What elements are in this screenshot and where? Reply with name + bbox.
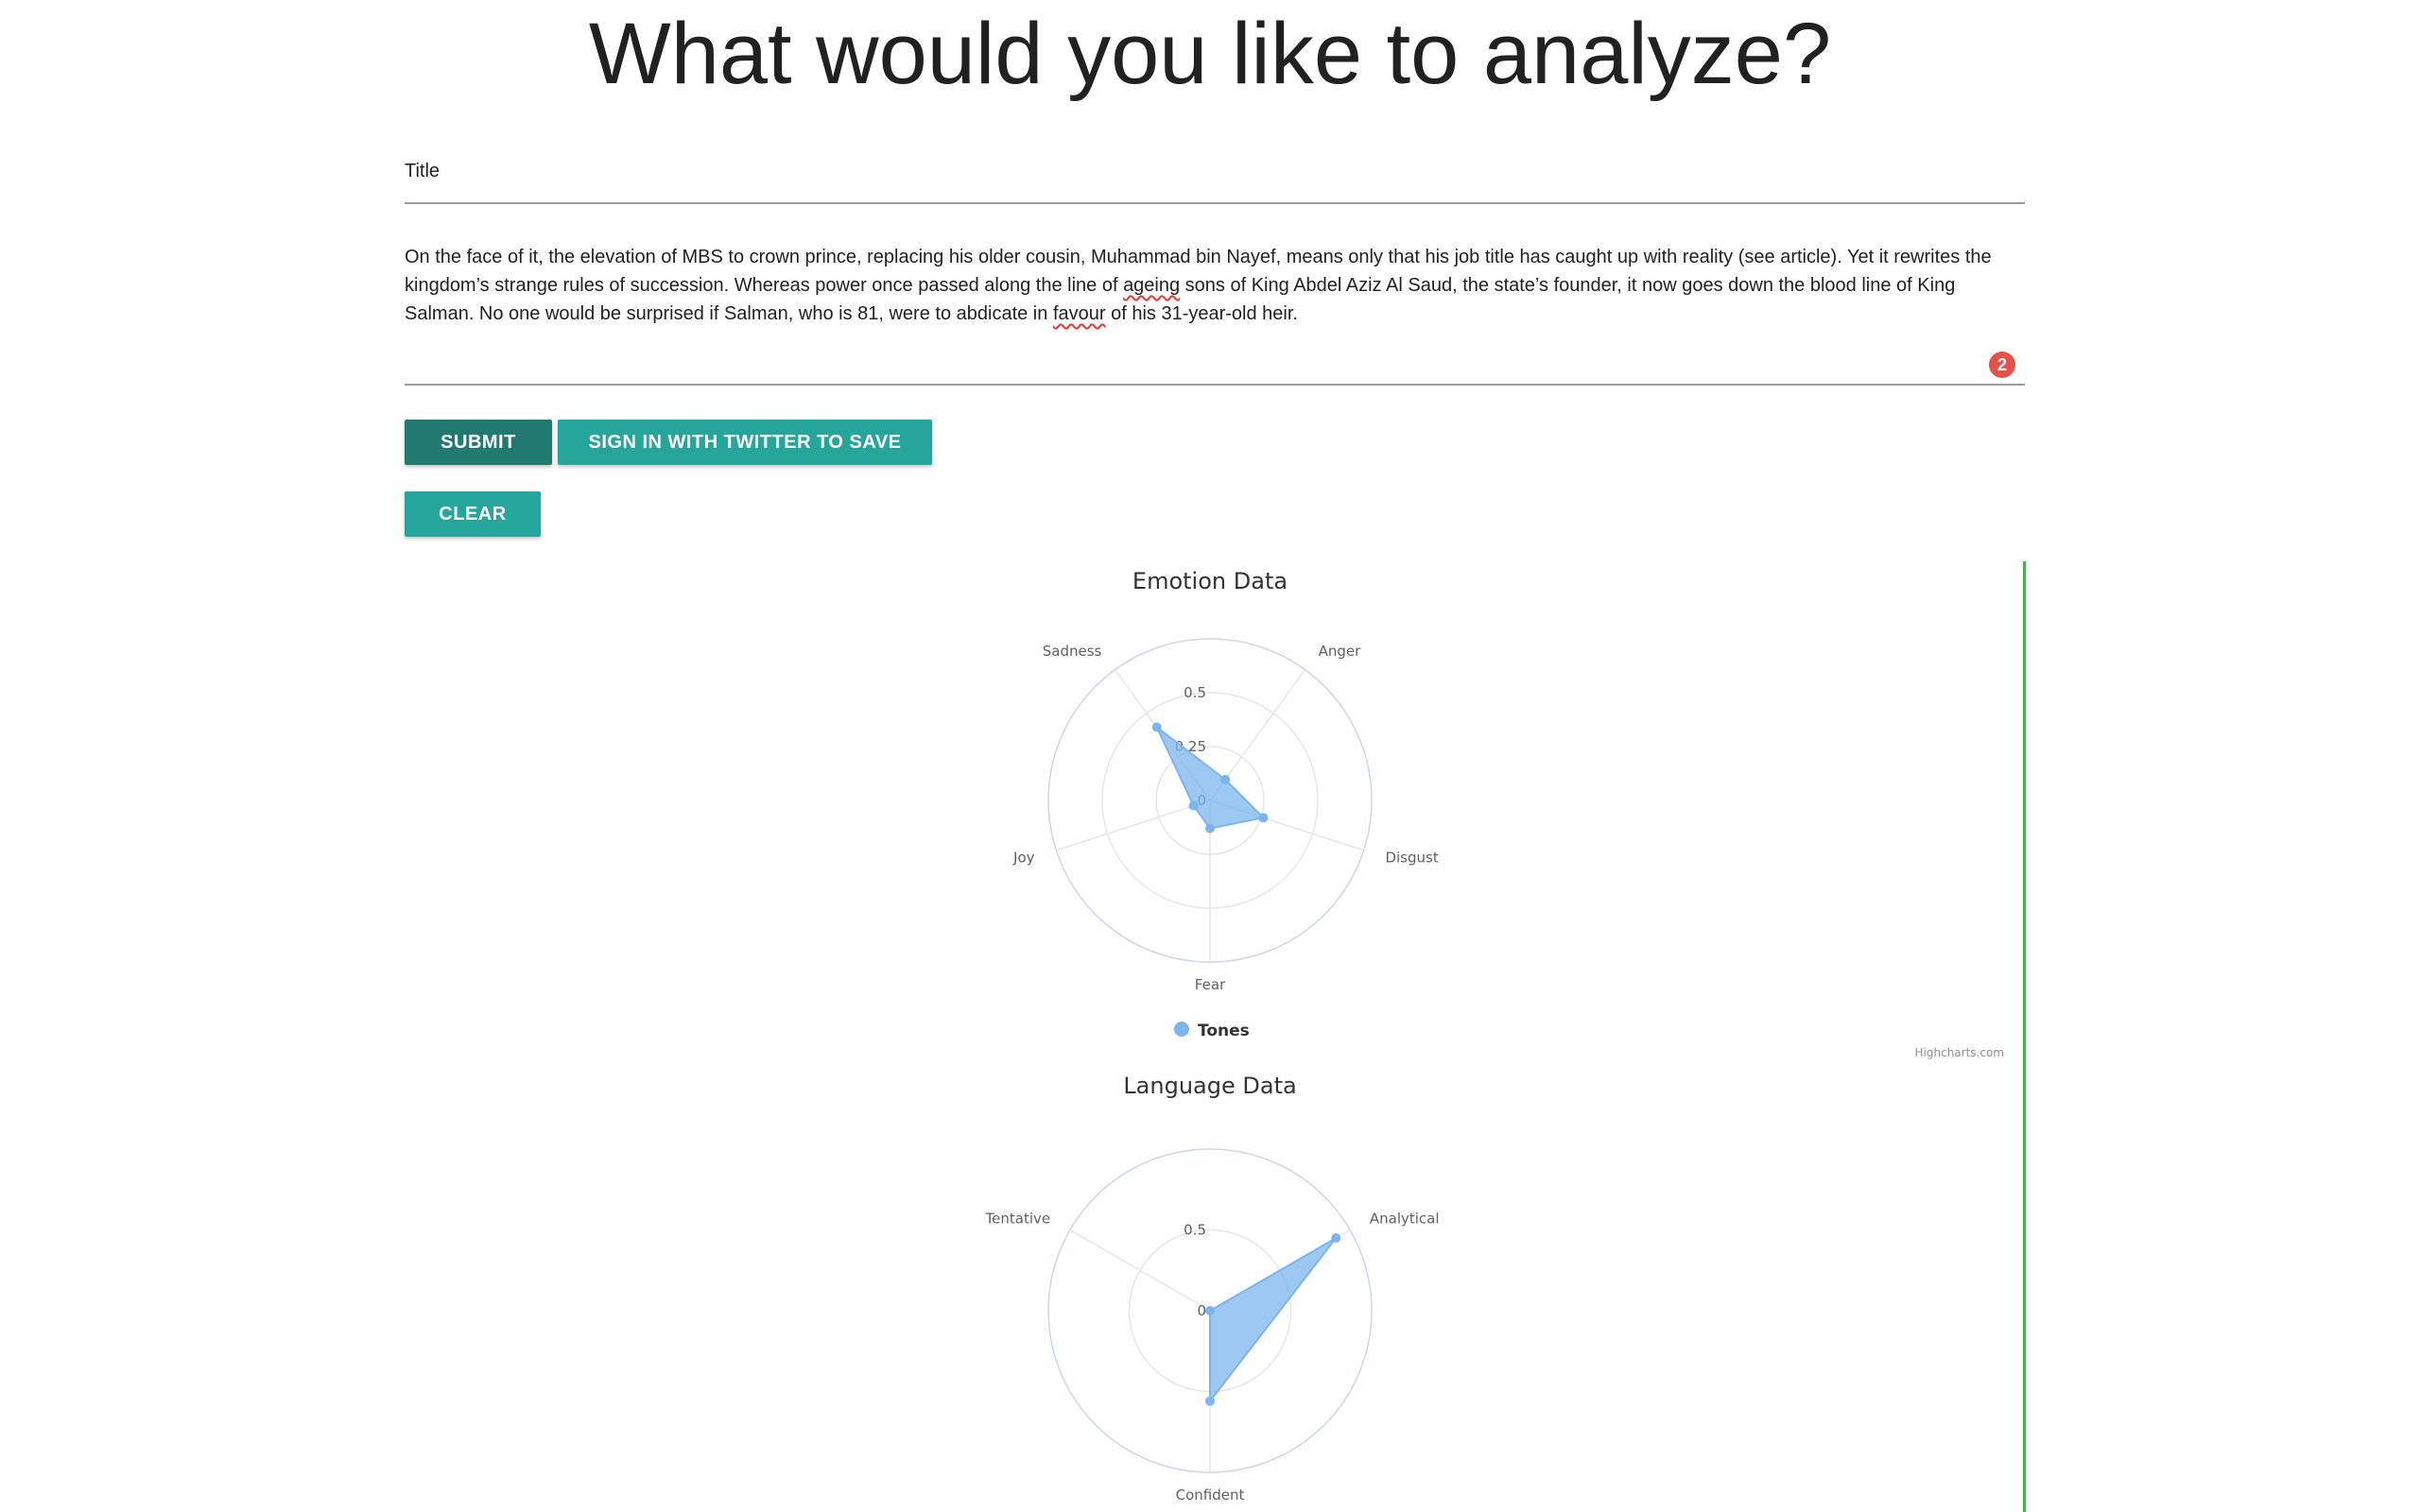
language-chart-title: Language Data <box>1123 1073 1296 1099</box>
emotion-chart-title: Emotion Data <box>1132 568 1288 594</box>
language-data-point <box>1331 1233 1341 1244</box>
language-category-label: Confident <box>1176 1486 1245 1503</box>
language-data-point <box>1205 1306 1215 1315</box>
emotion-category-label: Fear <box>1195 976 1226 993</box>
emotion-data-point <box>1258 813 1269 823</box>
language-category-label: Analytical <box>1370 1211 1440 1228</box>
emotion-tick-label: 0.5 <box>1184 684 1206 701</box>
language-series-area <box>1209 1237 1338 1404</box>
emotion-category-label: Sadness <box>1043 643 1102 660</box>
emotion-data-point <box>1220 774 1231 784</box>
charts-canvas: Emotion Data Language Data Tones Highcha… <box>985 568 2004 1503</box>
emotion-legend[interactable]: Tones <box>1174 1022 1250 1040</box>
emotion-category-label: Anger <box>1319 643 1362 660</box>
language-spoke <box>1069 1228 1211 1312</box>
language-data-point <box>1205 1396 1215 1406</box>
legend-item-tones[interactable]: Tones <box>1198 1022 1250 1040</box>
language-tick-label: 0 <box>1197 1302 1206 1319</box>
emotion-data-point <box>1151 722 1162 732</box>
emotion-data-point <box>1205 823 1215 833</box>
credits-link[interactable]: Highcharts.com <box>1915 1046 2004 1059</box>
emotion-category-label: Joy <box>1012 849 1035 866</box>
emotion-spoke <box>1056 799 1211 851</box>
emotion-category-label: Disgust <box>1385 849 1438 866</box>
legend-marker <box>1174 1022 1189 1037</box>
language-category-label: Tentative <box>985 1211 1051 1228</box>
emotion-data-point <box>1188 800 1199 811</box>
language-tick-label: 0.5 <box>1184 1222 1206 1239</box>
